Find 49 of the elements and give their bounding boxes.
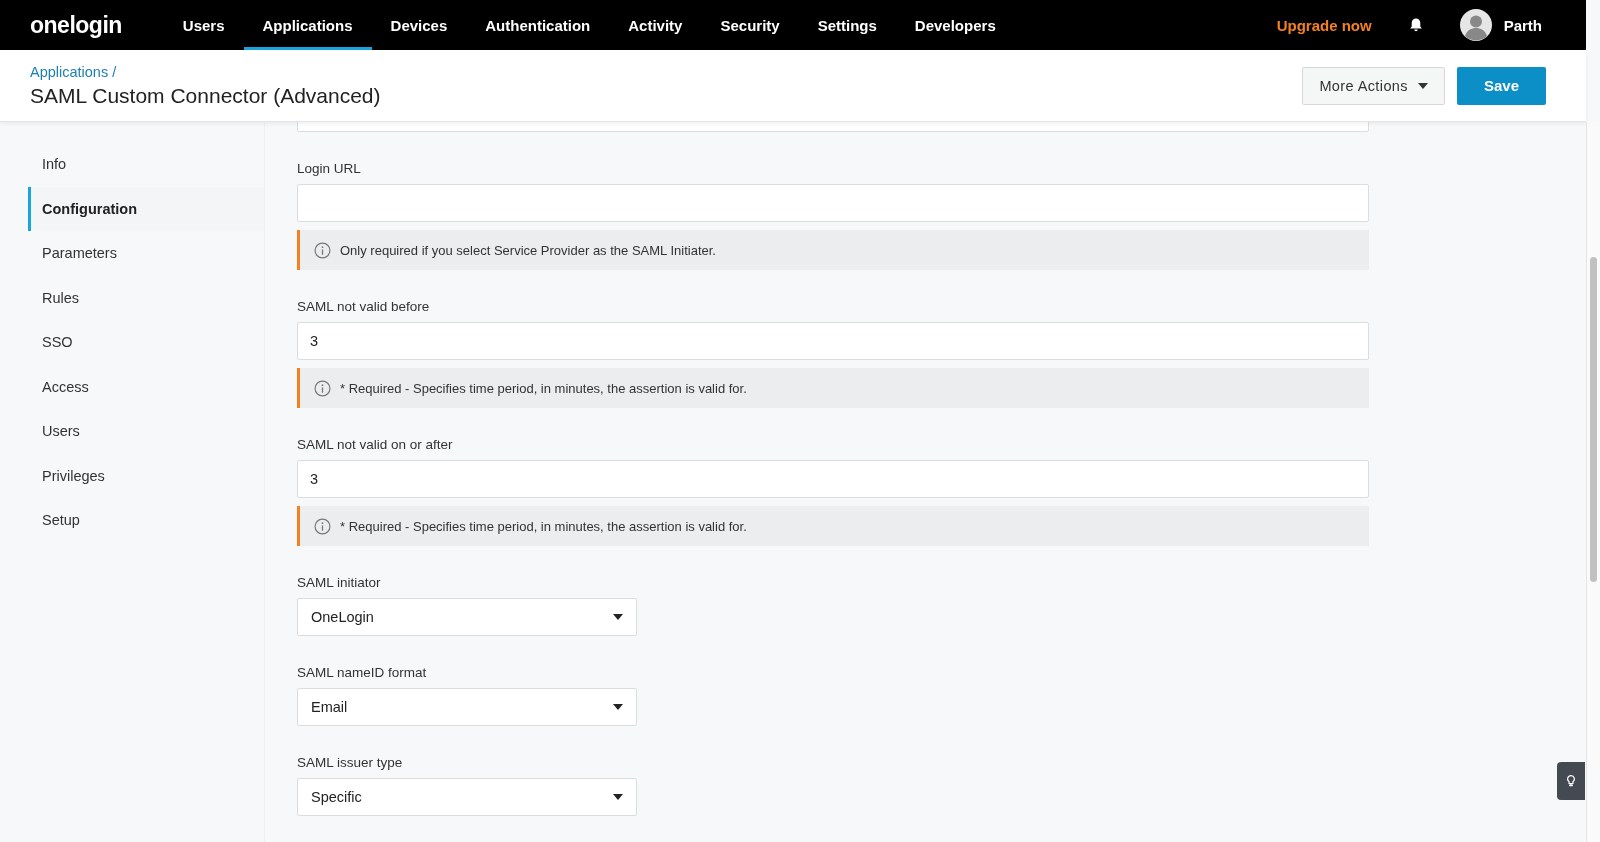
- field-label: SAML issuer type: [297, 755, 404, 770]
- nav-tab[interactable]: Devices: [371, 0, 467, 50]
- field-label: SAML nameID format: [297, 665, 428, 680]
- nav-tab[interactable]: Developers: [895, 0, 1015, 50]
- info-icon: [314, 241, 331, 259]
- nav-tab[interactable]: Settings: [798, 0, 896, 50]
- sidebar-item[interactable]: SSO: [28, 320, 264, 365]
- caret-icon: [613, 794, 623, 800]
- input-field[interactable]: [297, 184, 1369, 222]
- sidebar-item[interactable]: Access: [28, 364, 264, 409]
- caret-icon: [1418, 82, 1428, 89]
- field-label: Login URL: [297, 161, 362, 176]
- dropdown[interactable]: Email: [297, 688, 637, 726]
- field-label: SAML not valid on or after: [297, 437, 454, 452]
- caret-icon: [613, 614, 623, 620]
- lightbulb-button[interactable]: [1557, 762, 1585, 800]
- nav-tab[interactable]: Activity: [609, 0, 702, 50]
- note-text: Only required if you select Service Provider as the SAML Initiater.: [340, 242, 716, 258]
- scrollbar[interactable]: [1586, 122, 1600, 842]
- onelogin-logo[interactable]: onelogin: [30, 11, 122, 39]
- avatar-icon[interactable]: [1459, 9, 1492, 41]
- sidebar-item[interactable]: Rules: [28, 275, 264, 320]
- dropdown[interactable]: Specific: [297, 778, 637, 816]
- sidebar-item[interactable]: Info: [28, 142, 264, 187]
- more-actions-button[interactable]: More Actions: [1302, 66, 1445, 105]
- upgrade-link[interactable]: Upgrade now: [1276, 16, 1372, 34]
- sidebar-item[interactable]: Privileges: [28, 453, 264, 498]
- sidebar-item[interactable]: Parameters: [28, 231, 264, 276]
- input-field[interactable]: 3: [297, 460, 1369, 498]
- note-text: * Required - Specifies time period, in minutes, the assertion is valid for.: [340, 380, 747, 396]
- note-text: * Required - Specifies time period, in minutes, the assertion is valid for.: [340, 518, 747, 534]
- caret-icon: [613, 704, 623, 710]
- bell-icon[interactable]: [1407, 17, 1424, 33]
- nav-tab[interactable]: Users: [163, 0, 244, 50]
- sidebar-item[interactable]: Setup: [28, 498, 264, 543]
- field-label: SAML initiator: [297, 575, 382, 590]
- save-button[interactable]: Save: [1457, 66, 1546, 105]
- sidebar-item[interactable]: Users: [28, 409, 264, 454]
- dropdown[interactable]: OneLogin: [297, 598, 637, 636]
- page-title: SAML Custom Connector (Advanced): [30, 83, 381, 108]
- nav-tab[interactable]: Authentication: [466, 0, 610, 50]
- breadcrumb-link[interactable]: Applications /: [30, 63, 381, 80]
- info-icon: [314, 517, 331, 535]
- info-icon: [314, 379, 331, 397]
- field-label: SAML not valid before: [297, 299, 431, 314]
- lightbulb-icon: [1566, 774, 1576, 788]
- input-field[interactable]: 3: [297, 322, 1369, 360]
- user-name[interactable]: Parth: [1503, 16, 1542, 34]
- nav-tab[interactable]: Security: [701, 0, 799, 50]
